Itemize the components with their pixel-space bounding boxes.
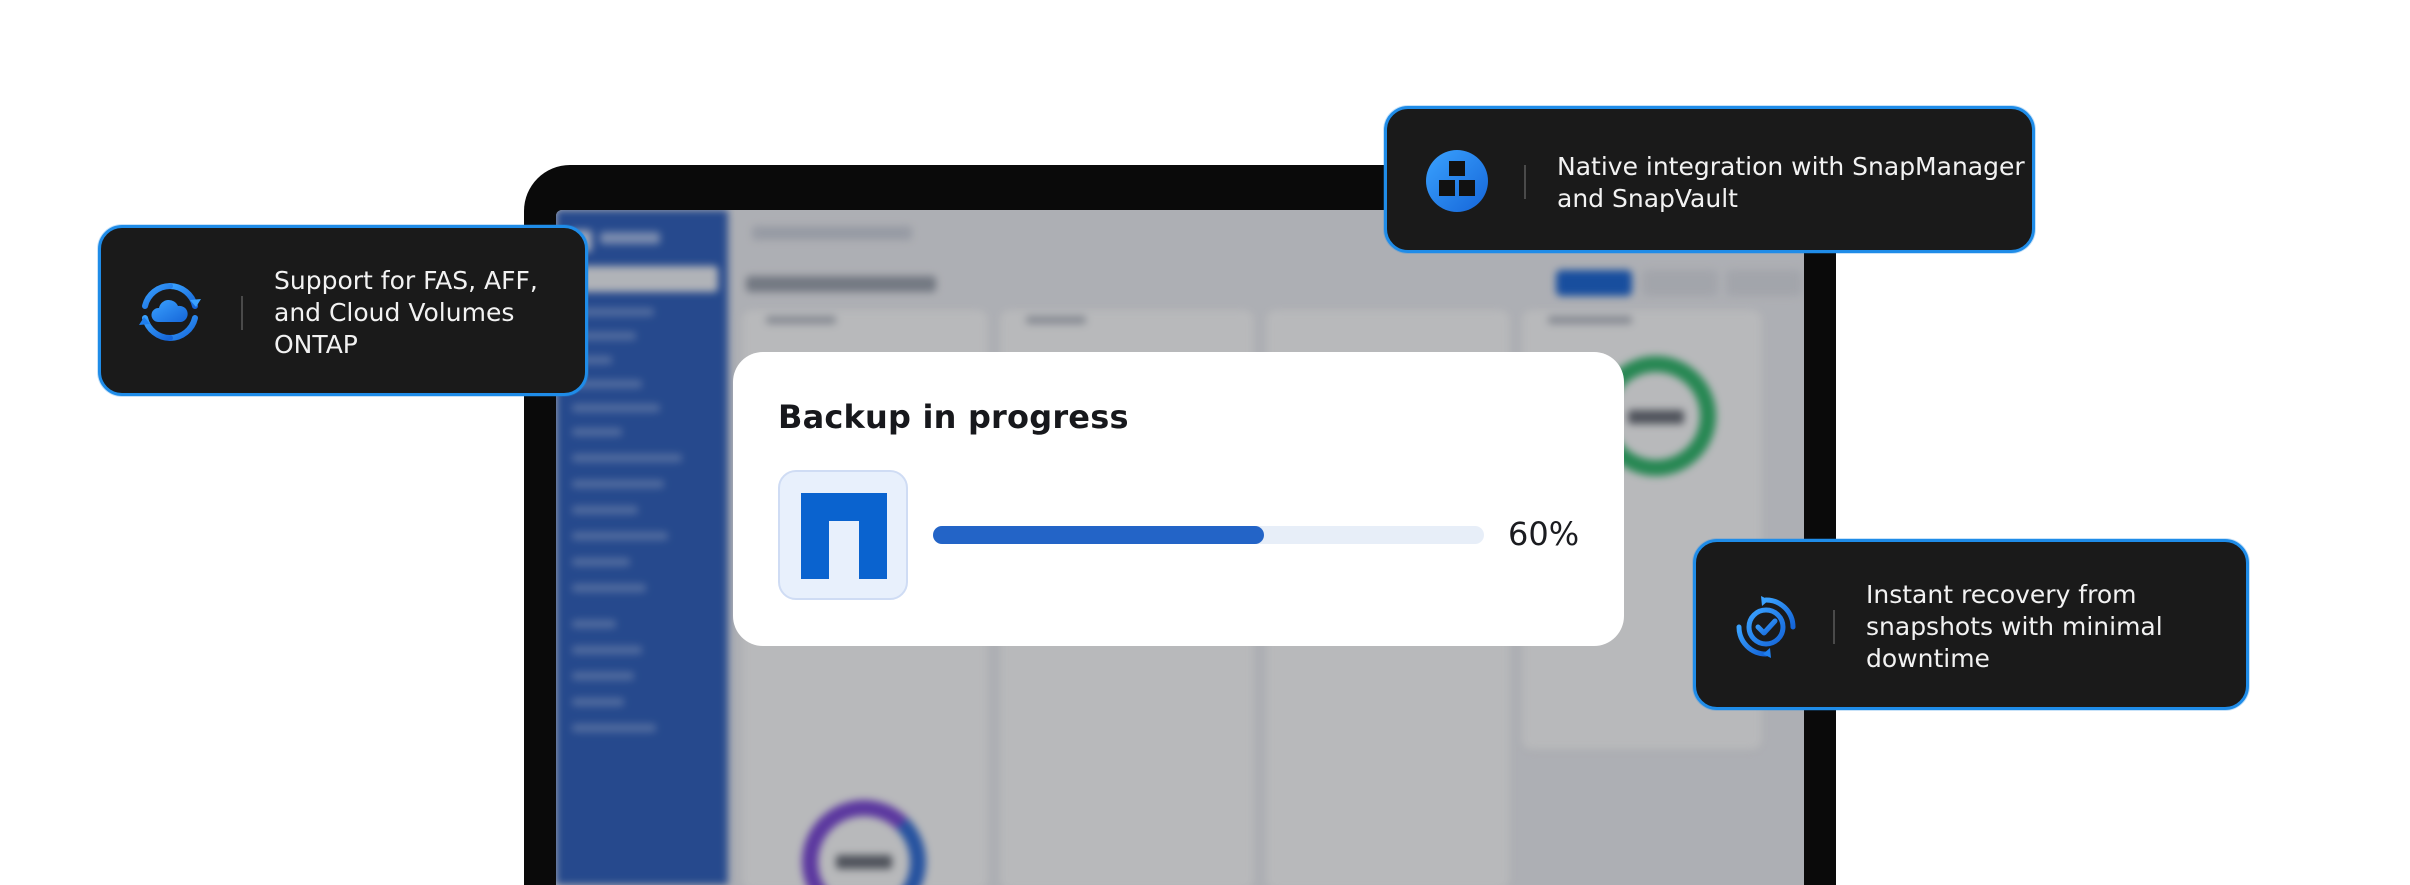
feature-text-support: Support for FAS, AFF, and Cloud Volumes …: [274, 265, 538, 361]
backup-progress-percent: 60%: [1508, 515, 1580, 553]
feature-text-line: downtime: [1866, 644, 1990, 673]
recovery-check-icon: [1736, 596, 1796, 658]
feature-callout-native: Native integration with SnapManager and …: [1384, 106, 2035, 253]
callout-divider: [1833, 610, 1835, 644]
backup-title: Backup in progress: [778, 398, 1129, 436]
feature-text-native: Native integration with SnapManager and …: [1557, 151, 2025, 215]
callout-divider: [241, 296, 243, 330]
netapp-logo-tile: [778, 470, 908, 600]
feature-text-line: ONTAP: [274, 330, 358, 359]
feature-text-instant: Instant recovery from snapshots with min…: [1866, 579, 2163, 675]
blocks-integration-icon: [1426, 150, 1488, 212]
feature-callout-instant: Instant recovery from snapshots with min…: [1693, 539, 2249, 710]
callout-divider: [1524, 165, 1526, 199]
feature-text-line: Native integration with SnapManager: [1557, 152, 2025, 181]
feature-text-line: and Cloud Volumes: [274, 298, 515, 327]
backup-progress-card: Backup in progress 60%: [733, 352, 1624, 646]
feature-text-line: Instant recovery from: [1866, 580, 2137, 609]
cloud-sync-icon: [139, 283, 201, 341]
feature-text-line: and SnapVault: [1557, 184, 1738, 213]
feature-text-line: snapshots with minimal: [1866, 612, 2163, 641]
feature-text-line: Support for FAS, AFF,: [274, 266, 538, 295]
feature-callout-support: Support for FAS, AFF, and Cloud Volumes …: [98, 225, 588, 396]
netapp-logo-icon: [801, 493, 887, 579]
backup-progress-bar: [933, 526, 1484, 544]
backup-progress-fill: [933, 526, 1264, 544]
